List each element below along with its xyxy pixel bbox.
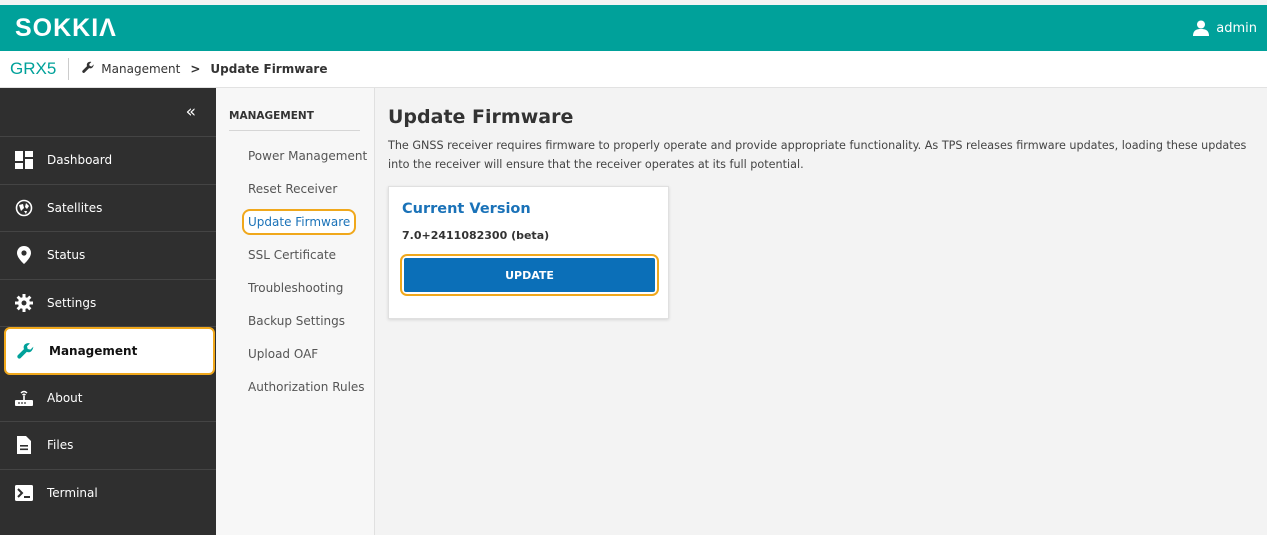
submenu-item-authorization-rules[interactable]: Authorization Rules	[216, 370, 374, 403]
main-content: Update Firmware The GNSS receiver requir…	[376, 88, 1267, 535]
terminal-icon	[14, 483, 34, 503]
sidebar-item-label: Terminal	[47, 486, 98, 501]
current-version-card: Current Version 7.0+2411082300 (beta) UP…	[388, 186, 669, 319]
sidebar-item-label: About	[47, 390, 83, 405]
sidebar-item-status[interactable]: Status	[0, 232, 216, 280]
page-title: Update Firmware	[388, 106, 574, 128]
submenu-title: MANAGEMENT	[229, 110, 360, 131]
submenu-item-backup-settings[interactable]: Backup Settings	[216, 304, 374, 337]
sidebar: « Dashboard Satellites Status Settings M…	[0, 88, 216, 535]
firmware-version: 7.0+2411082300 (beta)	[402, 229, 550, 242]
management-submenu: MANAGEMENT Power Management Reset Receiv…	[216, 88, 375, 535]
user-icon	[1192, 20, 1210, 36]
sidebar-item-label: Management	[49, 343, 138, 358]
sidebar-item-label: Dashboard	[47, 153, 113, 168]
satellite-icon	[14, 198, 34, 218]
wrench-icon	[16, 341, 36, 361]
submenu-item-upload-oaf[interactable]: Upload OAF	[216, 337, 374, 370]
breadcrumb-section[interactable]: Management	[101, 62, 180, 76]
wrench-icon	[82, 61, 95, 77]
sidebar-item-label: Files	[47, 438, 74, 453]
sidebar-item-label: Settings	[47, 295, 97, 310]
card-title: Current Version	[402, 201, 531, 217]
sidebar-item-label: Status	[47, 248, 86, 263]
collapse-sidebar-button[interactable]: «	[0, 88, 216, 137]
device-name: GRX5	[10, 59, 57, 78]
submenu-item-reset-receiver[interactable]: Reset Receiver	[216, 172, 374, 205]
gear-icon	[14, 293, 34, 313]
map-pin-icon	[14, 245, 34, 265]
submenu-item-troubleshooting[interactable]: Troubleshooting	[216, 271, 374, 304]
breadcrumb: Management > Update Firmware	[82, 61, 327, 77]
breadcrumb-separator: >	[190, 62, 201, 76]
submenu-item-power-management[interactable]: Power Management	[216, 139, 374, 172]
sidebar-item-dashboard[interactable]: Dashboard	[0, 137, 216, 185]
sidebar-item-about[interactable]: About	[0, 375, 216, 422]
sidebar-item-terminal[interactable]: Terminal	[0, 470, 216, 518]
sidebar-item-satellites[interactable]: Satellites	[0, 185, 216, 232]
sokkia-logo: SOKKIΛ	[15, 13, 117, 42]
page-description: The GNSS receiver requires firmware to p…	[388, 139, 1247, 171]
dashboard-icon	[14, 150, 34, 170]
breadcrumb-current: Update Firmware	[210, 62, 328, 76]
update-button-label: UPDATE	[404, 258, 655, 292]
file-icon	[14, 435, 34, 455]
submenu-item-update-firmware[interactable]: Update Firmware	[216, 205, 374, 238]
top-bar: SOKKIΛ admin	[0, 5, 1267, 51]
receiver-icon	[14, 388, 34, 408]
breadcrumb-bar: GRX5 Management > Update Firmware	[0, 51, 1267, 88]
user-menu[interactable]: admin	[1192, 20, 1257, 36]
sidebar-item-files[interactable]: Files	[0, 422, 216, 470]
breadcrumb-divider	[68, 58, 70, 80]
submenu-item-ssl-certificate[interactable]: SSL Certificate	[216, 238, 374, 271]
update-button[interactable]: UPDATE	[400, 254, 659, 296]
sidebar-item-label: Satellites	[47, 200, 103, 215]
sidebar-item-management[interactable]: Management	[4, 327, 215, 375]
user-name: admin	[1216, 20, 1257, 36]
sidebar-item-settings[interactable]: Settings	[0, 280, 216, 327]
